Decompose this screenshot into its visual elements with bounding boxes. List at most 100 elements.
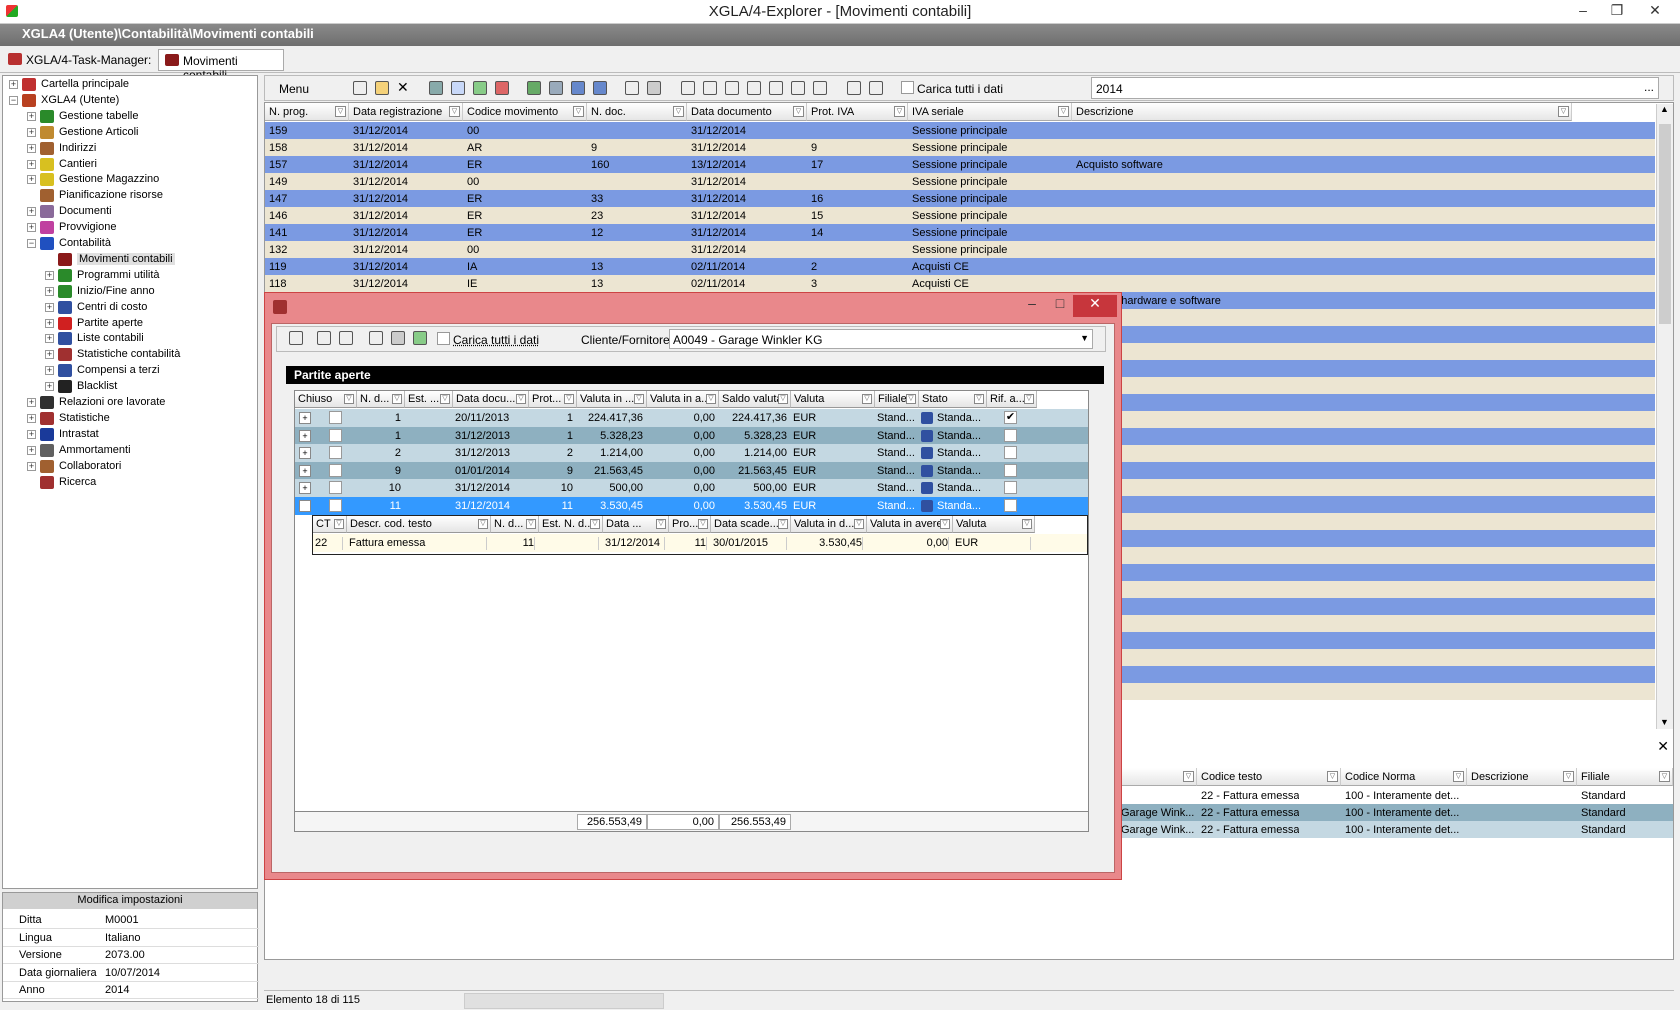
filter-icon[interactable]: ▽	[793, 106, 804, 117]
filter-icon[interactable]: ▽	[334, 519, 344, 529]
expand-toggle-icon[interactable]: +	[9, 80, 18, 89]
chiuso-checkbox[interactable]	[329, 498, 342, 512]
expand-toggle-icon[interactable]: +	[27, 413, 36, 423]
filter-icon[interactable]: ▽	[634, 394, 644, 404]
restore-button[interactable]: ❐	[1602, 2, 1632, 19]
table-row[interactable]: 157 31/12/2014 ER 160 13/12/2014 17 Sessione p…	[265, 156, 1655, 173]
subgrid-column-header[interactable]: Est. N. d... ▽	[539, 516, 603, 533]
filter-icon[interactable]: ▽	[1024, 394, 1034, 404]
filter-icon[interactable]: ▽	[449, 106, 460, 117]
filter-icon[interactable]: ▽	[526, 519, 536, 529]
year-browse-button[interactable]: ...	[1644, 80, 1654, 94]
detail-column-header[interactable]: Descrizione ▽	[1467, 768, 1577, 786]
filter-icon[interactable]: ▽	[590, 519, 600, 529]
client-select[interactable]: A0049 - Garage Winkler KG ▼	[669, 329, 1093, 349]
subgrid-column-header[interactable]: CT ▽	[313, 516, 347, 533]
subgrid-column-header[interactable]: Valuta in avere ▽	[867, 516, 953, 533]
copy-icon[interactable]	[369, 331, 383, 345]
detail-column-header[interactable]: Codice testo ▽	[1197, 768, 1341, 786]
filter-icon[interactable]: ▽	[778, 394, 788, 404]
table-row[interactable]: 141 31/12/2014 ER 12 31/12/2014 14 Sessione pr…	[265, 224, 1655, 241]
partite-column-header[interactable]: N. d... ▽	[357, 391, 405, 408]
subgrid-column-header[interactable]: Valuta in d... ▽	[791, 516, 867, 533]
open-icon[interactable]	[375, 81, 389, 95]
layout5-icon[interactable]	[791, 81, 805, 95]
dialog-load-all-checkbox[interactable]	[437, 332, 450, 345]
table-row[interactable]: 159 31/12/2014 00 31/12/2014 Sessione princi…	[265, 122, 1655, 139]
rif-checkbox[interactable]	[1004, 428, 1017, 442]
partite-row[interactable]: +2 31/12/2013 2 1.214,00 0,00 1.214,00 EUR Stan…	[295, 444, 1088, 462]
partite-column-header[interactable]: Rif. a... ▽	[987, 391, 1037, 408]
expand-toggle-icon[interactable]: +	[45, 302, 54, 312]
partite-column-header[interactable]: Valuta in a... ▽	[647, 391, 719, 408]
partite-row[interactable]: +1 20/11/2013 1 224.417,36 0,00 224.417,36 EUR…	[295, 409, 1088, 427]
detail-row[interactable]: 22 - Fattura emessa 100 - Interamente det…	[1121, 787, 1673, 804]
table-row[interactable]: 158 31/12/2014 AR 9 31/12/2014 9 Sessione prin…	[265, 139, 1655, 156]
layout4-icon[interactable]	[769, 81, 783, 95]
delete-icon[interactable]: ✕	[397, 79, 411, 95]
filter-icon[interactable]: ▽	[1659, 771, 1670, 782]
dialog-minimize-button[interactable]: –	[1017, 295, 1047, 317]
subgrid-column-header[interactable]: Descr. cod. testo ▽	[347, 516, 491, 533]
layout1-icon[interactable]	[681, 81, 695, 95]
expand-toggle-icon[interactable]: +	[299, 412, 311, 424]
expand-toggle-icon[interactable]: −	[9, 95, 18, 105]
table-row[interactable]: 132 31/12/2014 00 31/12/2014 Sessione princi…	[265, 241, 1655, 258]
close-button[interactable]: ✕	[1640, 2, 1670, 19]
year-field[interactable]: 2014 ...	[1091, 77, 1659, 99]
partite-column-header[interactable]: Data docu... ▽	[453, 391, 529, 408]
filter-icon[interactable]: ▽	[706, 394, 716, 404]
link-icon[interactable]	[625, 81, 639, 95]
layout3-icon[interactable]	[747, 81, 761, 95]
expand-toggle-icon[interactable]: +	[45, 286, 54, 296]
rif-checkbox[interactable]	[1004, 446, 1017, 459]
subgrid-column-header[interactable]: Pro... ▽	[669, 516, 711, 533]
partite-row[interactable]: − 11 31/12/2014 11 3.530,45 0,00 3.530,45 EUR St…	[295, 496, 1088, 515]
expand-toggle-icon[interactable]: +	[27, 127, 36, 137]
filter-icon[interactable]: ▽	[478, 519, 488, 529]
partite-column-header[interactable]: Valuta ▽	[791, 391, 875, 408]
filter-icon[interactable]: ▽	[564, 394, 574, 404]
expand-toggle-icon[interactable]: +	[27, 445, 36, 455]
expand-toggle-icon[interactable]: +	[299, 464, 311, 477]
layout6-icon[interactable]	[813, 81, 827, 95]
expand-toggle-icon[interactable]: +	[27, 111, 36, 121]
grid-icon[interactable]	[725, 81, 739, 95]
partite-column-header[interactable]: Saldo valuta ▽	[719, 391, 791, 408]
partite-column-header[interactable]: Est. ... ▽	[405, 391, 453, 408]
expand-toggle-icon[interactable]: +	[27, 207, 36, 217]
scroll-thumb[interactable]	[1659, 124, 1671, 324]
filter-icon[interactable]: ▽	[698, 519, 708, 529]
filter-icon[interactable]: ▽	[516, 394, 526, 404]
filter-icon[interactable]: ▽	[940, 519, 950, 529]
dialog-maximize-button[interactable]: □	[1045, 295, 1075, 317]
expand-toggle-icon[interactable]: +	[27, 143, 36, 153]
filter-icon[interactable]: ▽	[894, 106, 905, 117]
filter-icon[interactable]: ▽	[344, 394, 354, 404]
word-icon[interactable]	[571, 81, 585, 95]
expand-toggle-icon[interactable]: +	[45, 366, 54, 376]
filter-icon[interactable]: ▽	[1453, 771, 1464, 782]
filter-icon[interactable]: ▽	[778, 519, 788, 529]
column-header[interactable]: Data registrazione ▽	[349, 103, 463, 121]
tree-expand-icon[interactable]	[317, 331, 331, 345]
column-header[interactable]: N. doc. ▽	[587, 103, 687, 121]
tab-movimenti-contabili[interactable]: Movimenti contabili	[158, 49, 284, 82]
filter-icon[interactable]: ▽	[335, 106, 346, 117]
table-row[interactable]: 149 31/12/2014 00 31/12/2014 Sessione princi…	[265, 173, 1655, 190]
alert-icon[interactable]	[495, 81, 509, 95]
filter-icon[interactable]: ▽	[1022, 519, 1032, 529]
expand-toggle-icon[interactable]: +	[45, 382, 54, 392]
detail-row[interactable]: Garage Wink... 22 - Fattura emessa 100 - I…	[1121, 821, 1673, 838]
partite-column-header[interactable]: Prot... ▽	[529, 391, 577, 408]
column-header[interactable]: Prot. IVA ▽	[807, 103, 908, 121]
tree-collapse-icon[interactable]	[869, 81, 883, 95]
partite-row[interactable]: +1 31/12/2013 1 5.328,23 0,00 5.328,23 EUR Stan…	[295, 426, 1088, 445]
detail-close-button[interactable]: ✕	[1657, 738, 1669, 755]
expand-toggle-icon[interactable]: +	[45, 318, 54, 328]
expand-toggle-icon[interactable]: +	[27, 398, 36, 407]
filter-icon[interactable]: ▽	[673, 106, 684, 117]
expand-toggle-icon[interactable]: +	[299, 429, 311, 442]
scroll-up-icon[interactable]: ▲	[1660, 104, 1669, 114]
vertical-scrollbar[interactable]: ▲ ▼	[1656, 104, 1673, 729]
